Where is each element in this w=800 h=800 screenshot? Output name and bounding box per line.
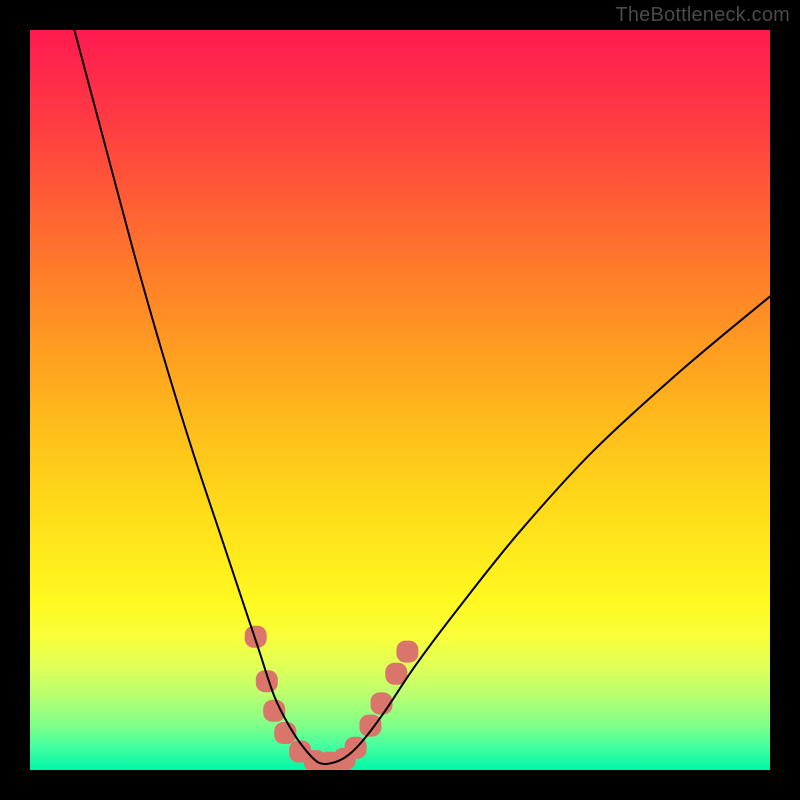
marker-point xyxy=(359,715,381,737)
plot-area xyxy=(30,30,770,770)
marker-point xyxy=(245,626,267,648)
chart-frame: TheBottleneck.com xyxy=(0,0,800,800)
marker-layer xyxy=(245,626,419,770)
curve-layer xyxy=(30,30,770,770)
bottleneck-curve xyxy=(74,30,770,764)
watermark-text: TheBottleneck.com xyxy=(615,4,790,27)
marker-point xyxy=(396,641,418,663)
